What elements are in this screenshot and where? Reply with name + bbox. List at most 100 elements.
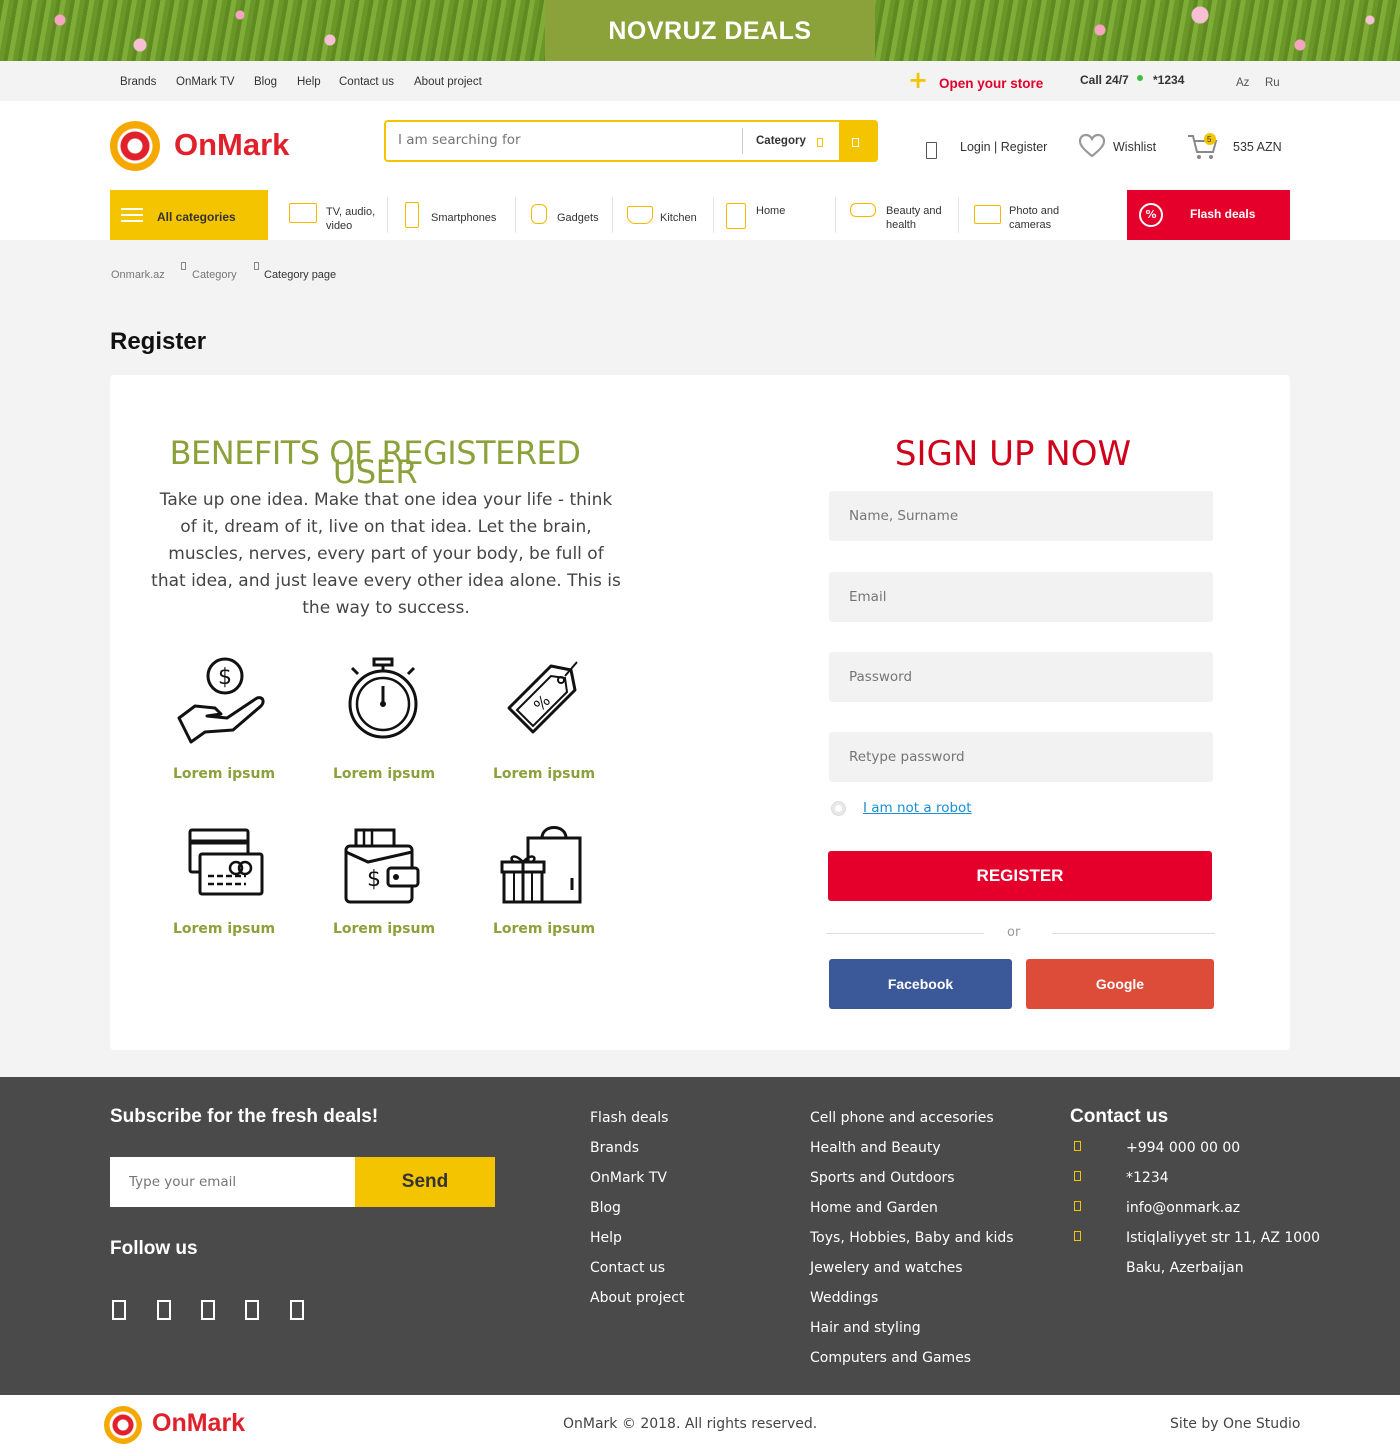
or-label: or bbox=[1007, 925, 1021, 940]
discount-badge-icon: % bbox=[1139, 203, 1163, 227]
contact-phone[interactable]: +994 000 00 00 bbox=[1126, 1140, 1240, 1156]
heart-icon[interactable] bbox=[1078, 133, 1106, 159]
footer-category-link[interactable]: Weddings bbox=[810, 1290, 878, 1306]
footer-category-link[interactable]: Toys, Hobbies, Baby and kids bbox=[810, 1230, 1014, 1246]
nav-label-home: Home bbox=[756, 205, 786, 217]
footer-category-link[interactable]: Health and Beauty bbox=[810, 1140, 941, 1156]
menu-icon bbox=[121, 208, 143, 210]
benefit-label: Lorem ipsum bbox=[332, 921, 436, 937]
nav-label-gadgets: Gadgets bbox=[557, 212, 599, 224]
toplink-brands[interactable]: Brands bbox=[120, 76, 156, 88]
footer-logo-icon[interactable] bbox=[104, 1406, 142, 1444]
password-field[interactable] bbox=[829, 652, 1213, 702]
footer-logo-text[interactable]: OnMark bbox=[152, 1409, 245, 1438]
logo-text[interactable]: OnMark bbox=[174, 127, 289, 163]
search-icon bbox=[852, 138, 859, 147]
nav-divider bbox=[515, 197, 516, 233]
contact-title: Contact us bbox=[1070, 1106, 1169, 1127]
toplink-blog[interactable]: Blog bbox=[254, 76, 277, 88]
contact-email[interactable]: info@onmark.az bbox=[1126, 1200, 1240, 1216]
watch-icon bbox=[531, 204, 547, 224]
footer-link[interactable]: Contact us bbox=[590, 1260, 665, 1276]
smartphone-icon bbox=[405, 202, 419, 228]
toplink-about-project[interactable]: About project bbox=[414, 76, 482, 88]
benefit-label: Lorem ipsum bbox=[492, 921, 596, 937]
nav-item-gadgets[interactable]: Gadgets bbox=[525, 190, 615, 240]
divider bbox=[826, 933, 984, 934]
nav-item-photo[interactable]: Photo and cameras bbox=[968, 190, 1088, 240]
svg-text:$: $ bbox=[367, 867, 381, 892]
gift-bag-icon bbox=[500, 826, 582, 904]
captcha-link[interactable]: I am not a robot bbox=[863, 800, 972, 816]
facebook-button[interactable]: Facebook bbox=[829, 959, 1012, 1009]
breadcrumb-category[interactable]: Category bbox=[192, 269, 237, 281]
benefits-text: Take up one idea. Make that one idea you… bbox=[151, 490, 621, 618]
name-field[interactable] bbox=[829, 491, 1213, 541]
subscribe-email-input[interactable] bbox=[110, 1157, 355, 1207]
footer-category-link[interactable]: Hair and styling bbox=[810, 1320, 921, 1336]
wishlist-link[interactable]: Wishlist bbox=[1113, 140, 1156, 154]
follow-title: Follow us bbox=[110, 1238, 198, 1259]
nav-item-beauty[interactable]: Beauty and health bbox=[845, 190, 955, 240]
footer-link[interactable]: Brands bbox=[590, 1140, 639, 1156]
benefits-title-line2: USER bbox=[332, 453, 418, 491]
cart-icon[interactable] bbox=[1186, 132, 1220, 162]
hair-dryer-icon bbox=[850, 203, 876, 217]
money-hand-icon: $ bbox=[177, 657, 265, 744]
nav-label-kitchen: Kitchen bbox=[660, 212, 697, 224]
subscribe-send-button[interactable]: Send bbox=[355, 1157, 495, 1207]
cart-count-badge: 5 bbox=[1207, 135, 1212, 144]
contact-short-number[interactable]: *1234 bbox=[1126, 1170, 1169, 1186]
login-register-link[interactable]: Login | Register bbox=[960, 140, 1047, 154]
credit-card-icon bbox=[188, 828, 264, 896]
search-category-select[interactable]: Category bbox=[756, 135, 806, 147]
divider bbox=[1052, 933, 1215, 934]
search-input[interactable] bbox=[398, 132, 728, 148]
footer-category-link[interactable]: Home and Garden bbox=[810, 1200, 938, 1216]
toplink-contact-us[interactable]: Contact us bbox=[339, 76, 394, 88]
footer-category-link[interactable]: Computers and Games bbox=[810, 1350, 971, 1366]
logo-icon[interactable] bbox=[110, 121, 160, 171]
user-icon[interactable] bbox=[926, 142, 937, 159]
cart-total[interactable]: 535 AZN bbox=[1233, 140, 1282, 154]
call-label: Call 24/7 bbox=[1080, 73, 1129, 87]
linkedin-icon[interactable] bbox=[290, 1300, 304, 1320]
location-icon bbox=[1074, 1231, 1081, 1241]
footer-category-link[interactable]: Jewelery and watches bbox=[810, 1260, 963, 1276]
breadcrumb-home[interactable]: Onmark.az bbox=[111, 269, 165, 281]
nav-item-kitchen[interactable]: Kitchen bbox=[622, 190, 712, 240]
register-button[interactable]: REGISTER bbox=[828, 851, 1212, 901]
twitter-icon[interactable] bbox=[157, 1300, 171, 1320]
facebook-icon[interactable] bbox=[112, 1300, 126, 1320]
footer-link[interactable]: About project bbox=[590, 1290, 684, 1306]
signup-title: SIGN UP NOW bbox=[894, 434, 1132, 474]
youtube-icon[interactable] bbox=[245, 1300, 259, 1320]
svg-text:$: $ bbox=[218, 665, 232, 690]
toplink-help[interactable]: Help bbox=[297, 76, 321, 88]
captcha-radio[interactable] bbox=[831, 801, 846, 816]
footer-category-link[interactable]: Sports and Outdoors bbox=[810, 1170, 955, 1186]
nav-divider bbox=[387, 197, 388, 233]
google-button[interactable]: Google bbox=[1026, 959, 1214, 1009]
flash-deals-label: Flash deals bbox=[1190, 207, 1256, 221]
footer-category-link[interactable]: Cell phone and accesories bbox=[810, 1110, 994, 1126]
studio-credit[interactable]: Site by One Studio bbox=[1170, 1416, 1301, 1432]
retype-password-field[interactable] bbox=[829, 732, 1213, 782]
nav-item-smartphones[interactable]: Smartphones bbox=[398, 190, 513, 240]
footer-link[interactable]: Help bbox=[590, 1230, 622, 1246]
nav-item-home[interactable]: Home bbox=[720, 190, 830, 240]
footer-link[interactable]: OnMark TV bbox=[590, 1170, 667, 1186]
instagram-icon[interactable] bbox=[201, 1300, 215, 1320]
footer-link[interactable]: Blog bbox=[590, 1200, 621, 1216]
open-store-link[interactable]: Open your store bbox=[939, 76, 1043, 91]
footer-link[interactable]: Flash deals bbox=[590, 1110, 668, 1126]
contact-address: Istiqlaliyyet str 11, AZ 1000 bbox=[1126, 1230, 1321, 1246]
lang-az[interactable]: Az bbox=[1236, 77, 1249, 89]
toplink-onmark-tv[interactable]: OnMark TV bbox=[176, 76, 235, 88]
promo-banner-text: NOVRUZ DEALS bbox=[608, 17, 812, 45]
chevron-down-icon bbox=[817, 138, 823, 147]
nav-item-tv[interactable]: TV, audio, video bbox=[283, 190, 386, 240]
lang-ru[interactable]: Ru bbox=[1265, 77, 1280, 89]
email-field[interactable] bbox=[829, 572, 1213, 622]
nav-divider bbox=[835, 197, 836, 233]
